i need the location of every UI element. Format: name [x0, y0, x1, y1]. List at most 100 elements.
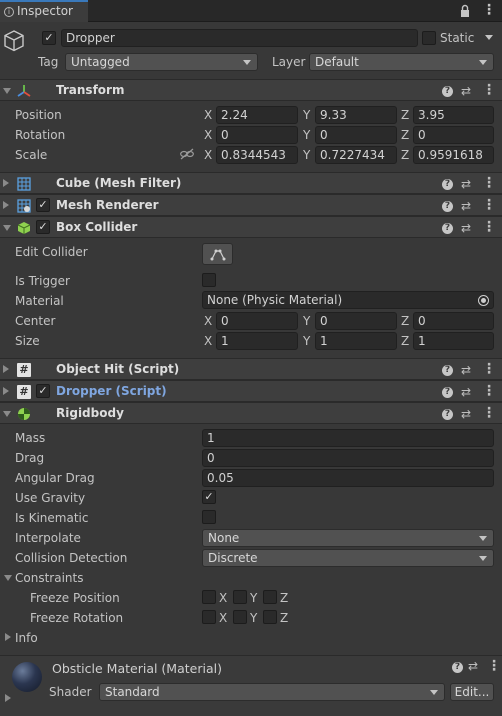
help-icon[interactable]: ? — [442, 387, 453, 398]
constraints-collapse-arrow-icon[interactable] — [4, 575, 12, 581]
expand-arrow-icon[interactable] — [3, 365, 9, 373]
axis-y-label[interactable]: Y — [303, 314, 310, 328]
help-icon[interactable]: ? — [442, 223, 453, 234]
rotation-x-field[interactable]: 0 — [216, 126, 298, 144]
size-z-field[interactable]: 1 — [413, 332, 494, 350]
axis-x-label[interactable]: X — [204, 148, 212, 162]
collapse-arrow-icon[interactable] — [3, 411, 11, 417]
mesh-filter-header[interactable]: Cube (Mesh Filter) ? ⇄ ⋮ — [0, 172, 502, 194]
scale-y-field[interactable]: 0.7227434 — [315, 146, 397, 164]
axis-x-label[interactable]: X — [204, 314, 212, 328]
object-hit-script-header[interactable]: # Object Hit (Script) ? ⇄ ⋮ — [0, 358, 502, 380]
axis-x-label[interactable]: X — [204, 334, 212, 348]
transform-header[interactable]: Transform ? ⇄ ⋮ — [0, 79, 502, 101]
axis-y-label[interactable]: Y — [303, 108, 310, 122]
expand-arrow-icon[interactable] — [3, 179, 9, 187]
gameobject-active-checkbox[interactable]: ✓ — [42, 31, 56, 45]
dropper-script-header[interactable]: # ✓ Dropper (Script) ? ⇄ ⋮ — [0, 380, 502, 402]
mass-field[interactable]: 1 — [202, 429, 494, 447]
center-z-field[interactable]: 0 — [413, 312, 494, 330]
axis-z-label[interactable]: Z — [401, 334, 409, 348]
interpolate-dropdown[interactable]: None — [202, 529, 494, 547]
rigidbody-header[interactable]: Rigidbody ? ⇄ ⋮ — [0, 402, 502, 424]
tab-inspector[interactable]: i Inspector — [0, 0, 88, 22]
axis-z-label[interactable]: Z — [401, 314, 409, 328]
axis-x-label[interactable]: X — [204, 128, 212, 142]
freeze-position-x-checkbox[interactable] — [202, 590, 216, 604]
freeze-rotation-x-checkbox[interactable] — [202, 610, 216, 624]
help-icon[interactable]: ? — [452, 662, 463, 673]
mesh-renderer-enabled-checkbox[interactable]: ✓ — [36, 198, 50, 212]
kebab-menu-icon[interactable]: ⋮ — [482, 2, 496, 18]
gameobject-name-field[interactable]: Dropper — [61, 29, 418, 47]
axis-x-label[interactable]: X — [204, 108, 212, 122]
collapse-arrow-icon[interactable] — [3, 225, 11, 231]
is-kinematic-checkbox[interactable] — [202, 510, 216, 524]
layer-dropdown[interactable]: Default — [309, 53, 494, 71]
info-expand-arrow-icon[interactable] — [5, 633, 11, 641]
help-icon[interactable]: ? — [442, 86, 453, 97]
axis-y-label[interactable]: Y — [303, 148, 310, 162]
dropper-script-title[interactable]: Dropper (Script) — [56, 384, 167, 398]
center-y-field[interactable]: 0 — [315, 312, 397, 330]
expand-arrow-icon[interactable] — [3, 201, 9, 209]
presets-icon[interactable]: ⇄ — [461, 220, 471, 236]
static-dropdown-icon[interactable] — [485, 35, 493, 40]
lock-icon[interactable] — [459, 4, 471, 18]
freeze-position-z-checkbox[interactable] — [263, 590, 277, 604]
presets-icon[interactable]: ⇄ — [468, 659, 478, 673]
presets-icon[interactable]: ⇄ — [461, 198, 471, 214]
kebab-menu-icon[interactable]: ⋮ — [482, 220, 496, 235]
expand-arrow-icon[interactable] — [3, 387, 9, 395]
collapse-arrow-icon[interactable] — [3, 88, 11, 94]
scale-x-field[interactable]: 0.8344543 — [216, 146, 298, 164]
shader-dropdown[interactable]: Standard — [99, 683, 445, 701]
shader-edit-button[interactable]: Edit... — [450, 683, 494, 701]
dropper-script-enabled-checkbox[interactable]: ✓ — [36, 384, 50, 398]
axis-z-label[interactable]: Z — [401, 128, 409, 142]
drag-field[interactable]: 0 — [202, 449, 494, 467]
help-icon[interactable]: ? — [442, 201, 453, 212]
center-x-field[interactable]: 0 — [216, 312, 298, 330]
kebab-menu-icon[interactable]: ⋮ — [487, 658, 501, 674]
physic-material-field[interactable]: None (Physic Material) — [202, 291, 494, 309]
kebab-menu-icon[interactable]: ⋮ — [482, 83, 496, 98]
freeze-rotation-y-checkbox[interactable] — [233, 610, 247, 624]
scale-z-field[interactable]: 0.9591618 — [413, 146, 494, 164]
presets-icon[interactable]: ⇄ — [461, 384, 471, 400]
axis-z-label[interactable]: Z — [401, 108, 409, 122]
use-gravity-checkbox[interactable]: ✓ — [202, 490, 216, 504]
tag-dropdown[interactable]: Untagged — [65, 53, 258, 71]
presets-icon[interactable]: ⇄ — [461, 176, 471, 192]
size-x-field[interactable]: 1 — [216, 332, 298, 350]
freeze-rotation-z-checkbox[interactable] — [263, 610, 277, 624]
material-expand-arrow-icon[interactable] — [5, 694, 11, 702]
mesh-renderer-header[interactable]: ✓ Mesh Renderer ? ⇄ ⋮ — [0, 194, 502, 216]
constraints-label[interactable]: Constraints — [15, 571, 83, 585]
angular-drag-field[interactable]: 0.05 — [202, 469, 494, 487]
object-picker-icon[interactable] — [478, 295, 489, 306]
position-x-field[interactable]: 2.24 — [216, 106, 298, 124]
box-collider-enabled-checkbox[interactable]: ✓ — [36, 220, 50, 234]
position-z-field[interactable]: 3.95 — [413, 106, 494, 124]
rotation-z-field[interactable]: 0 — [413, 126, 494, 144]
kebab-menu-icon[interactable]: ⋮ — [482, 384, 496, 399]
axis-y-label[interactable]: Y — [303, 128, 310, 142]
edit-collider-button[interactable] — [202, 243, 233, 265]
is-trigger-checkbox[interactable] — [202, 273, 216, 287]
kebab-menu-icon[interactable]: ⋮ — [482, 362, 496, 377]
presets-icon[interactable]: ⇄ — [461, 362, 471, 378]
presets-icon[interactable]: ⇄ — [461, 406, 471, 422]
freeze-position-y-checkbox[interactable] — [233, 590, 247, 604]
axis-y-label[interactable]: Y — [303, 334, 310, 348]
help-icon[interactable]: ? — [442, 179, 453, 190]
help-icon[interactable]: ? — [442, 409, 453, 420]
collision-detection-dropdown[interactable]: Discrete — [202, 549, 494, 567]
info-label[interactable]: Info — [15, 631, 38, 645]
position-y-field[interactable]: 9.33 — [315, 106, 397, 124]
constrain-proportions-icon[interactable] — [180, 148, 194, 160]
box-collider-header[interactable]: ✓ Box Collider ? ⇄ ⋮ — [0, 216, 502, 238]
static-checkbox[interactable] — [422, 31, 436, 45]
help-icon[interactable]: ? — [442, 365, 453, 376]
axis-z-label[interactable]: Z — [401, 148, 409, 162]
